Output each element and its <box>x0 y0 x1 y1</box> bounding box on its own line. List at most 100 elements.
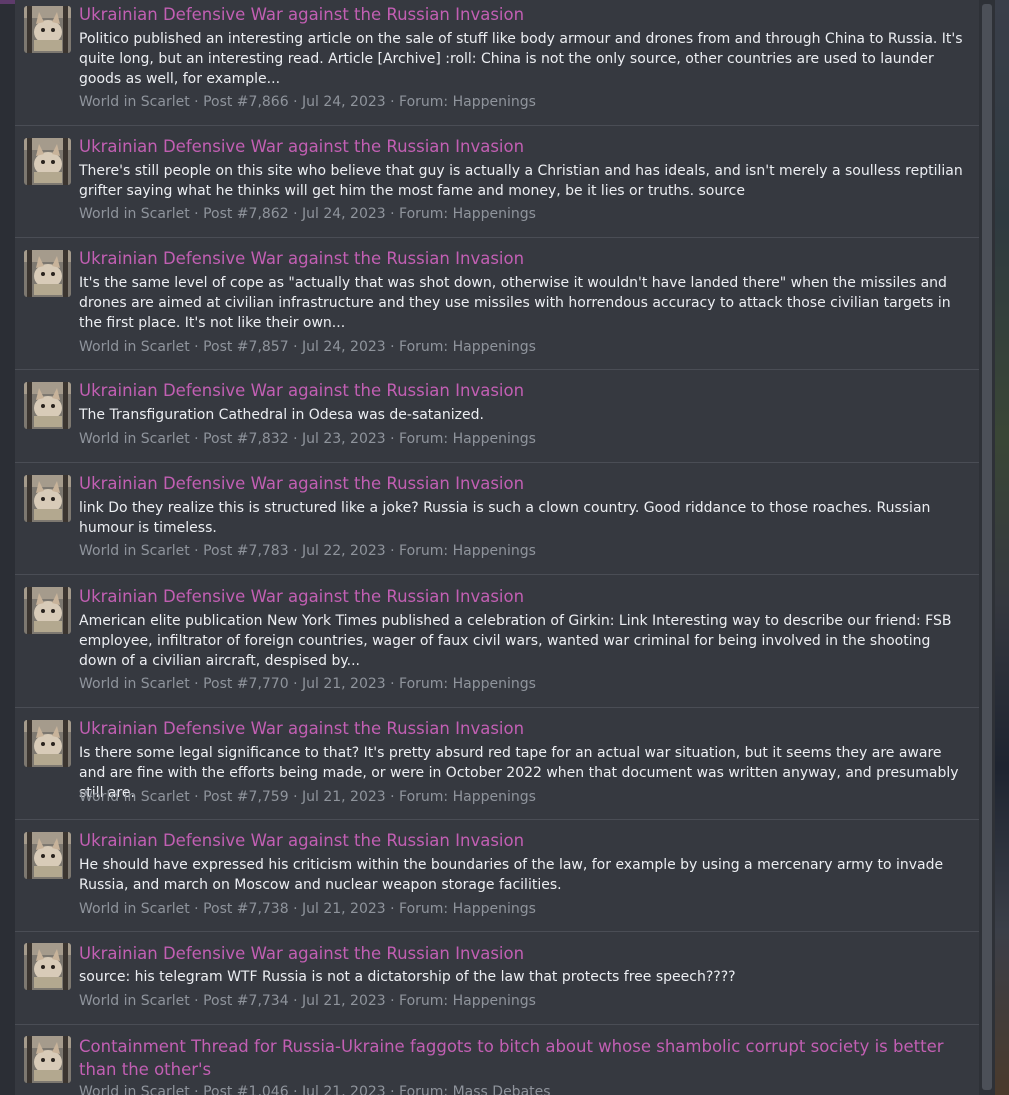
avatar[interactable] <box>24 832 71 879</box>
avatar[interactable] <box>24 720 71 767</box>
meta-separator: · <box>194 676 199 692</box>
result-snippet: Politico published an interesting articl… <box>79 31 963 87</box>
meta-separator: · <box>194 993 199 1009</box>
forum-link[interactable]: Happenings <box>453 431 536 447</box>
avatar[interactable] <box>24 138 71 185</box>
result-snippet: source: his telegram WTF Russia is not a… <box>79 969 736 985</box>
result-meta: World in Scarlet · Post #7,783 · Jul 22,… <box>79 541 536 561</box>
author-link[interactable]: World in Scarlet <box>79 993 190 1009</box>
forum-link[interactable]: Happenings <box>453 676 536 692</box>
meta-separator: · <box>390 993 395 1009</box>
author-link[interactable]: World in Scarlet <box>79 789 190 805</box>
list-item: Ukrainian Defensive War against the Russ… <box>15 370 979 463</box>
result-title-link[interactable]: Ukrainian Defensive War against the Russ… <box>79 830 969 852</box>
forum-link[interactable]: Mass Debates <box>453 1084 551 1095</box>
post-date: Jul 24, 2023 <box>301 206 386 222</box>
forum-label: Forum: <box>399 993 449 1009</box>
author-link[interactable]: World in Scarlet <box>79 94 190 110</box>
result-title-link[interactable]: Ukrainian Defensive War against the Russ… <box>79 943 969 965</box>
author-link[interactable]: World in Scarlet <box>79 206 190 222</box>
post-number: Post #7,783 <box>203 543 289 559</box>
result-snippet: It's the same level of cope as "actually… <box>79 275 951 331</box>
post-date: Jul 21, 2023 <box>301 676 386 692</box>
author-link[interactable]: World in Scarlet <box>79 339 190 355</box>
meta-separator: · <box>293 993 298 1009</box>
forum-link[interactable]: Happenings <box>453 339 536 355</box>
list-item: Containment Thread for Russia-Ukraine fa… <box>15 1025 979 1095</box>
list-item: Ukrainian Defensive War against the Russ… <box>15 708 979 820</box>
result-meta: World in Scarlet · Post #7,738 · Jul 21,… <box>79 899 536 919</box>
post-number: Post #7,734 <box>203 993 289 1009</box>
result-meta: World in Scarlet · Post #7,857 · Jul 24,… <box>79 337 536 357</box>
result-title-link[interactable]: Ukrainian Defensive War against the Russ… <box>79 248 969 270</box>
forum-link[interactable]: Happenings <box>453 789 536 805</box>
post-number: Post #1,046 <box>203 1084 289 1095</box>
avatar[interactable] <box>24 475 71 522</box>
post-number: Post #7,770 <box>203 676 289 692</box>
forum-link[interactable]: Happenings <box>453 993 536 1009</box>
post-number: Post #7,759 <box>203 789 289 805</box>
post-date: Jul 24, 2023 <box>301 94 386 110</box>
meta-separator: · <box>390 339 395 355</box>
author-link[interactable]: World in Scarlet <box>79 431 190 447</box>
meta-separator: · <box>194 1084 199 1095</box>
result-meta: World in Scarlet · Post #7,862 · Jul 24,… <box>79 204 536 224</box>
page-scrollbar-thumb[interactable] <box>982 4 992 1090</box>
avatar[interactable] <box>24 943 71 990</box>
forum-label: Forum: <box>399 543 449 559</box>
post-date: Jul 21, 2023 <box>301 789 386 805</box>
avatar[interactable] <box>24 250 71 297</box>
meta-separator: · <box>194 94 199 110</box>
result-title-link[interactable]: Ukrainian Defensive War against the Russ… <box>79 473 969 495</box>
result-title-link[interactable]: Ukrainian Defensive War against the Russ… <box>79 718 969 740</box>
post-number: Post #7,866 <box>203 94 289 110</box>
meta-separator: · <box>390 1084 395 1095</box>
result-meta: World in Scarlet · Post #7,759 · Jul 21,… <box>79 787 536 807</box>
author-link[interactable]: World in Scarlet <box>79 676 190 692</box>
forum-link[interactable]: Happenings <box>453 206 536 222</box>
meta-separator: · <box>293 676 298 692</box>
avatar[interactable] <box>24 587 71 634</box>
background-sidebar-strip <box>995 0 1009 1095</box>
list-item: Ukrainian Defensive War against the Russ… <box>15 0 979 126</box>
meta-separator: · <box>293 94 298 110</box>
meta-separator: · <box>293 339 298 355</box>
meta-separator: · <box>194 339 199 355</box>
post-date: Jul 23, 2023 <box>301 431 386 447</box>
result-snippet: There's still people on this site who be… <box>79 163 963 199</box>
forum-link[interactable]: Happenings <box>453 94 536 110</box>
meta-separator: · <box>293 901 298 917</box>
meta-separator: · <box>293 206 298 222</box>
post-number: Post #7,862 <box>203 206 289 222</box>
author-link[interactable]: World in Scarlet <box>79 1084 190 1095</box>
author-link[interactable]: World in Scarlet <box>79 543 190 559</box>
list-item: Ukrainian Defensive War against the Russ… <box>15 820 979 932</box>
result-title-link[interactable]: Ukrainian Defensive War against the Russ… <box>79 4 969 26</box>
forum-label: Forum: <box>399 676 449 692</box>
list-item: Ukrainian Defensive War against the Russ… <box>15 575 979 708</box>
forum-link[interactable]: Happenings <box>453 543 536 559</box>
result-title-link[interactable]: Ukrainian Defensive War against the Russ… <box>79 136 969 158</box>
post-date: Jul 21, 2023 <box>301 901 386 917</box>
result-snippet: He should have expressed his criticism w… <box>79 857 944 893</box>
meta-separator: · <box>194 789 199 805</box>
search-results-list: Ukrainian Defensive War against the Russ… <box>15 0 979 1095</box>
forum-link[interactable]: Happenings <box>453 901 536 917</box>
meta-separator: · <box>293 1084 298 1095</box>
post-date: Jul 24, 2023 <box>301 339 386 355</box>
result-title-link[interactable]: Ukrainian Defensive War against the Russ… <box>79 380 969 402</box>
result-title-link[interactable]: Containment Thread for Russia-Ukraine fa… <box>79 1035 969 1081</box>
meta-separator: · <box>390 543 395 559</box>
avatar[interactable] <box>24 382 71 429</box>
avatar[interactable] <box>24 6 71 53</box>
author-link[interactable]: World in Scarlet <box>79 901 190 917</box>
forum-label: Forum: <box>399 789 449 805</box>
meta-separator: · <box>293 431 298 447</box>
meta-separator: · <box>390 901 395 917</box>
meta-separator: · <box>390 676 395 692</box>
avatar[interactable] <box>24 1036 71 1083</box>
list-item: Ukrainian Defensive War against the Russ… <box>15 126 979 238</box>
result-snippet: American elite publication New York Time… <box>79 613 952 669</box>
result-title-link[interactable]: Ukrainian Defensive War against the Russ… <box>79 586 969 608</box>
meta-separator: · <box>194 206 199 222</box>
